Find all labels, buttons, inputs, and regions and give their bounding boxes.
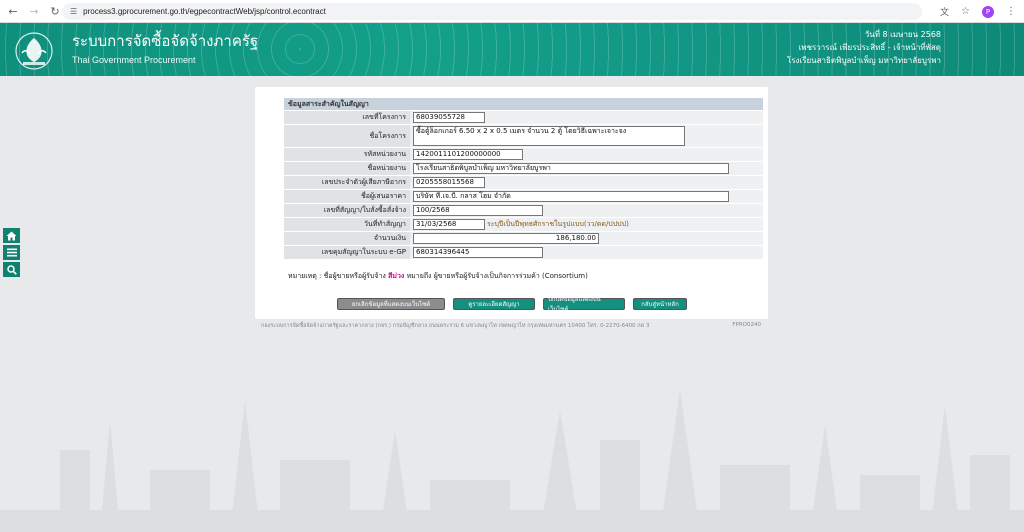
bidder-name-field[interactable]: บริษัท ที.เจ.บี. กลาส โฮม จำกัด: [413, 191, 729, 202]
back-to-main-button[interactable]: กลับสู่หน้าหลัก: [633, 298, 687, 310]
label-agency-code: รหัสหน่วยงาน: [363, 150, 406, 158]
user-info: วันที่ 8 เมษายน 2568 เพชรวารณ์ เพียรประส…: [787, 28, 941, 67]
row-tax-id: เลขประจำตัวผู้เสียภาษีอากร 0205558015568: [284, 176, 763, 189]
profile-avatar[interactable]: P: [982, 5, 994, 18]
row-bidder-name: ชื่อผู้เสนอราคา บริษัท ที.เจ.บี. กลาส โฮ…: [284, 190, 763, 203]
label-project-number: เลขที่โครงการ: [362, 113, 406, 121]
side-toolbar: [3, 228, 20, 277]
remark-suffix: หมายถึง ผู้ขายหรือผู้รับจ้างเป็นกิจการร่…: [406, 272, 588, 280]
row-contract-number: เลขที่สัญญา/ใบสั่งซื้อสั่งจ้าง 100/2568: [284, 204, 763, 217]
agency-code-field[interactable]: 1420011101200000000: [413, 149, 523, 160]
translate-icon[interactable]: 文: [940, 5, 949, 18]
site-header: ระบบการจัดซื้อจัดจ้างภาครัฐ Thai Governm…: [0, 23, 1024, 76]
remark-mark: สีม่วง: [388, 272, 405, 280]
home-button[interactable]: [3, 228, 20, 243]
remark-note: หมายเหตุ : ชื่อผู้ขายหรือผู้รับจ้าง สีม่…: [288, 271, 588, 282]
bookmark-star-icon[interactable]: ☆: [961, 6, 970, 17]
footer: กองระบบการจัดซื้อจัดจ้างภาครัฐและราคากลา…: [261, 322, 761, 330]
tax-id-field[interactable]: 0205558015568: [413, 177, 485, 188]
action-buttons: ยกเลิกข้อมูลที่แสดงบนเว็บไซต์ ดูรายละเอี…: [337, 296, 687, 313]
egp-control-number-field[interactable]: 680314396445: [413, 247, 543, 258]
current-date: วันที่ 8 เมษายน 2568: [864, 30, 941, 39]
project-number-field[interactable]: 68039055728: [413, 112, 485, 123]
amount-field[interactable]: 186,180.00: [413, 233, 599, 244]
agency-name-field[interactable]: โรงเรียนสาธิตพิบูลบำเพ็ญ มหาวิทยาลัยบูรพ…: [413, 163, 729, 174]
row-project-name: ชื่อโครงการ ซื้อตู้ล็อกเกอร์ 6.50 x 2 x …: [284, 125, 763, 147]
contract-info-panel: ข้อมูลสาระสำคัญในสัญญา เลขที่โครงการ 680…: [255, 87, 768, 319]
browser-toolbar: ← → ↻ ☰ process3.gprocurement.go.th/egpe…: [0, 0, 1024, 23]
menu-icon: [6, 248, 17, 257]
contract-date-field[interactable]: 31/03/2568: [413, 219, 485, 230]
site-title-english: Thai Government Procurement: [72, 55, 196, 65]
address-bar[interactable]: ☰ process3.gprocurement.go.th/egpecontra…: [62, 3, 922, 20]
label-egp-control-number: เลขคุมสัญญาในระบบ e-GP: [321, 248, 406, 256]
row-egp-control-number: เลขคุมสัญญาในระบบ e-GP 680314396445: [284, 246, 763, 259]
search-icon: [6, 264, 17, 275]
remark-prefix: หมายเหตุ : ชื่อผู้ขายหรือผู้รับจ้าง: [288, 272, 386, 280]
project-name-textarea[interactable]: ซื้อตู้ล็อกเกอร์ 6.50 x 2 x 0.5 เมตร จำน…: [413, 126, 685, 146]
forward-arrow-icon[interactable]: →: [26, 3, 42, 19]
row-amount: จำนวนเงิน 186,180.00: [284, 232, 763, 245]
cancel-display-button[interactable]: ยกเลิกข้อมูลที่แสดงบนเว็บไซต์: [337, 298, 445, 310]
page-code: FPRO0240: [732, 322, 761, 328]
back-arrow-icon[interactable]: ←: [5, 3, 21, 19]
reload-icon[interactable]: ↻: [47, 3, 63, 19]
url-text: process3.gprocurement.go.th/egpecontract…: [83, 7, 326, 16]
row-agency-code: รหัสหน่วยงาน 1420011101200000000: [284, 148, 763, 161]
view-contract-button[interactable]: ดูรายละเอียดสัญญา: [453, 298, 535, 310]
site-title-thai: ระบบการจัดซื้อจัดจ้างภาครัฐ: [72, 32, 259, 50]
label-agency-name: ชื่อหน่วยงาน: [367, 164, 406, 172]
label-contract-date: วันที่ทำสัญญา: [363, 220, 406, 228]
hide-display-button[interactable]: ปกปิดข้อมูลแสดงบนเว็บไซต์: [543, 296, 625, 313]
label-amount: จำนวนเงิน: [373, 234, 406, 242]
menu-button[interactable]: [3, 245, 20, 260]
home-icon: [6, 231, 17, 240]
date-format-note: ระบุปีเป็นปีพุทธศักราชในรูปแบบ(วว/ดด/ปปป…: [487, 220, 629, 228]
contract-form: ข้อมูลสาระสำคัญในสัญญา เลขที่โครงการ 680…: [284, 98, 763, 259]
section-title: ข้อมูลสาระสำคัญในสัญญา: [284, 98, 763, 110]
site-info-icon[interactable]: ☰: [70, 7, 77, 16]
row-contract-date: วันที่ทำสัญญา 31/03/2568 ระบุปีเป็นปีพุท…: [284, 218, 763, 231]
row-agency-name: ชื่อหน่วยงาน โรงเรียนสาธิตพิบูลบำเพ็ญ มห…: [284, 162, 763, 175]
temple-skyline-watermark: [0, 390, 1024, 532]
government-logo-icon: [15, 32, 53, 70]
user-name: เพชรวารณ์ เพียรประสิทธิ์ - เจ้าหน้าที่พั…: [798, 43, 941, 52]
label-contract-number: เลขที่สัญญา/ใบสั่งซื้อสั่งจ้าง: [323, 206, 406, 214]
contract-number-field[interactable]: 100/2568: [413, 205, 543, 216]
kebab-menu-icon[interactable]: ⋮: [1006, 6, 1016, 17]
search-button[interactable]: [3, 262, 20, 277]
footer-address: กองระบบการจัดซื้อจัดจ้างภาครัฐและราคากลา…: [261, 323, 650, 329]
row-project-number: เลขที่โครงการ 68039055728: [284, 111, 763, 124]
label-tax-id: เลขประจำตัวผู้เสียภาษีอากร: [321, 178, 406, 186]
label-bidder-name: ชื่อผู้เสนอราคา: [360, 192, 406, 200]
label-project-name: ชื่อโครงการ: [369, 131, 406, 140]
user-organization: โรงเรียนสาธิตพิบูลบำเพ็ญ มหาวิทยาลัยบูรพ…: [786, 56, 941, 65]
